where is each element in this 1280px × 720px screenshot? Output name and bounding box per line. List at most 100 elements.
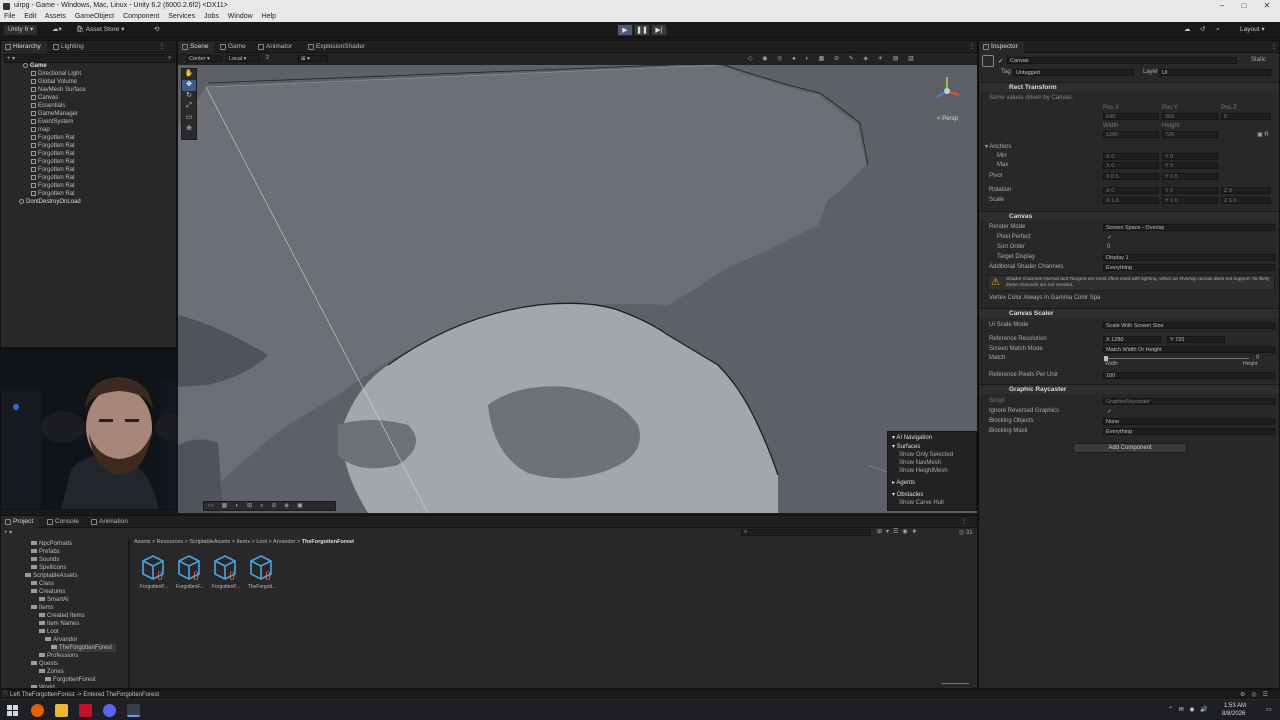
asset-item[interactable]: {} ForgottenF... [174,553,206,595]
unity-taskbar-icon[interactable] [127,704,140,717]
panel-menu-icon[interactable]: ⋮ [159,43,165,50]
pos-z-field[interactable]: 0 [1221,113,1271,120]
hierarchy-item[interactable]: Global Volume [31,78,77,86]
perspective-label[interactable]: < Persp [937,116,958,122]
tab-lighting[interactable]: Lighting [49,41,90,53]
scale-x-field[interactable]: X 1.6 [1103,197,1159,204]
raycaster-prop-value[interactable]: None [1103,418,1275,425]
anchor-max-x-field[interactable]: X 0 [1103,162,1159,169]
raycaster-prop-value[interactable]: ✓ [1107,408,1112,415]
menu-gameobject[interactable]: GameObject [75,13,114,20]
height-field[interactable]: 720 [1162,131,1218,138]
pivot-center-dropdown[interactable]: Center ▾ [186,55,222,62]
pivot-y-field[interactable]: Y 0.5 [1162,173,1218,180]
tab-inspector[interactable]: Inspector [979,41,1024,53]
tree-scrollbar[interactable] [128,538,130,688]
eye-icon[interactable]: ◎ 31 [959,529,973,536]
grid-size[interactable]: 2 [264,55,288,62]
scene-bottom-overlay[interactable]: ▭▦◐⊞⌕⊘◈▣ [203,501,336,511]
tag-dropdown[interactable]: Untagged [1013,69,1134,76]
history-icon[interactable]: ↺ [1196,25,1209,35]
add-icon[interactable]: + ▾ [7,55,15,62]
clock-date[interactable]: 8/8/2026 [1222,711,1245,717]
surfaces-foldout[interactable]: ▾ Surfaces [892,443,920,450]
hierarchy-item[interactable]: map [31,126,50,134]
snap-dropdown[interactable]: ⊞ ▾ [298,55,328,62]
discord-icon[interactable] [103,704,116,717]
breadcrumb-item[interactable]: Resources [157,539,183,545]
scale-z-field[interactable]: Z 1.6 [1221,197,1271,204]
scale-tool-icon[interactable]: ⤢ [182,102,196,113]
notifications-icon[interactable]: ▭ [1266,706,1272,713]
project-folder[interactable]: Item Names [39,620,79,628]
hierarchy-item[interactable]: Forgotten Rat [31,158,75,166]
canvas-header[interactable]: Canvas [979,211,1279,221]
tab-scene[interactable]: Scene [178,41,215,53]
hierarchy-item[interactable]: Essentials [31,102,65,110]
hierarchy-item[interactable]: GameManager [31,110,78,118]
clock-time[interactable]: 1:53 AM [1224,703,1246,709]
layer-dropdown[interactable]: UI [1159,69,1271,76]
pos-x-field[interactable]: 640 [1103,113,1159,120]
breadcrumb-item[interactable]: ScriptableAssets [189,539,230,545]
tab-animator[interactable]: Animator [254,41,298,53]
tab-hierarchy[interactable]: Hierarchy [1,41,47,53]
windows-start-icon[interactable] [6,704,19,717]
project-folder[interactable]: Creatures [31,588,65,596]
scene-view-options-icons[interactable]: ◇ ◉ ◎ ● ◐ ▦ ⊘ ✎ ◈ ☀ ▤ ▥ [748,55,918,62]
panel-menu-icon[interactable]: ⋮ [961,518,967,525]
hierarchy-item[interactable]: Forgotten Rat [31,190,75,198]
rect-transform-header[interactable]: Rect Transform [979,82,1279,92]
tray-icons[interactable]: ⌃ ✉ ◉ 🔊 [1168,706,1210,713]
screen-match-mode-dropdown[interactable]: Match Width Or Height [1103,346,1275,353]
project-folder[interactable]: NpcPortraits [31,540,72,548]
match-slider[interactable] [1105,358,1249,359]
hand-tool-icon[interactable]: ✋ [182,69,196,80]
create-asset-icon[interactable]: + ▾ [4,529,12,536]
width-field[interactable]: 1280 [1103,131,1159,138]
hierarchy-item[interactable]: Forgotten Rat [31,134,75,142]
project-folder[interactable]: Arvandor [45,636,77,644]
project-folder[interactable]: ScriptableAssets [25,572,78,580]
pivot-x-field[interactable]: X 0.5 [1103,173,1159,180]
pause-button[interactable]: ❚❚ [634,24,650,36]
rect-tool-icon[interactable]: ▭ [182,113,196,124]
tab-explosionshader[interactable]: ExplosionShader [304,41,371,53]
project-search-input[interactable]: ⌕ [741,529,871,536]
menu-file[interactable]: File [4,13,15,20]
show-heightmesh-toggle[interactable]: Show HeightMesh [899,468,948,474]
hierarchy-item[interactable]: Directional Light [31,70,81,78]
show-only-selected-toggle[interactable]: Show Only Selected [899,452,953,458]
obstacles-foldout[interactable]: ▾ Obstacles [892,491,923,498]
project-folder[interactable]: SmartAI [39,596,69,604]
project-folder[interactable]: Class [31,580,54,588]
play-button[interactable]: ▶ [617,24,633,36]
hierarchy-item[interactable]: Forgotten Rat [31,166,75,174]
file-explorer-icon[interactable] [55,704,68,717]
project-folder[interactable]: TheForgottenForest [51,644,117,652]
step-button[interactable]: ▶| [651,24,667,36]
panel-menu-icon[interactable]: ⋮ [1271,43,1277,50]
ref-x-field[interactable]: X 1280 [1103,336,1161,343]
scene-root[interactable]: Game [23,62,47,70]
show-navmesh-toggle[interactable]: Show NavMesh [899,460,941,466]
asset-item[interactable]: {} TheForgott... [246,553,278,595]
anchors-foldout[interactable]: ▾ Anchors [985,143,1011,150]
canvas-prop-value[interactable]: ✓ [1107,234,1112,241]
project-folder[interactable]: Sounds [31,556,59,564]
ui-scale-mode-dropdown[interactable]: Scale With Screen Size [1103,322,1275,329]
project-folder[interactable]: Zones [39,668,64,676]
tab-animation[interactable]: Animation [87,516,134,528]
project-folder[interactable]: Items [31,604,54,612]
menu-component[interactable]: Component [123,13,159,20]
transform-tool-icon[interactable]: ⊕ [182,124,196,135]
ppu-field[interactable]: 100 [1103,372,1275,379]
dontdestroy-root[interactable]: DontDestroyOnLoad [19,198,81,206]
project-folder[interactable]: Prefabs [31,548,60,556]
tab-console[interactable]: Console [43,516,85,528]
scene-viewport[interactable] [178,65,977,513]
canvas-prop-value[interactable]: Everything [1103,264,1275,271]
panel-menu-icon[interactable]: ⋮ [969,43,975,50]
rotation-x-field[interactable]: X 0 [1103,187,1159,194]
raycaster-prop-value[interactable]: Everything [1103,428,1275,435]
